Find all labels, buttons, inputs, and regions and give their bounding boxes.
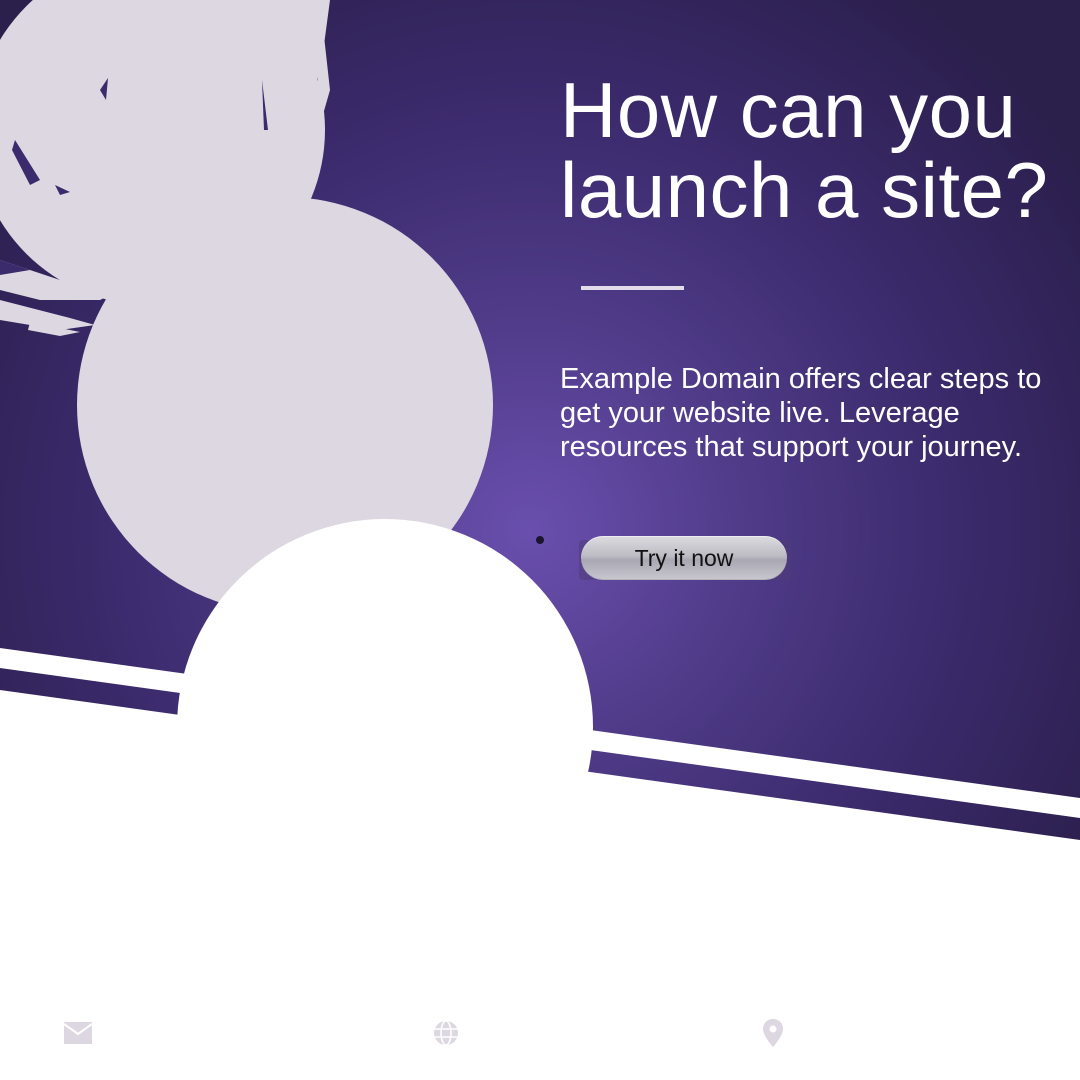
description-text: Example Domain offers clear steps to get… — [560, 363, 1042, 463]
headline: How can you launch a site? — [560, 66, 1049, 234]
mail-icon[interactable] — [62, 1016, 94, 1048]
location-pin-icon[interactable] — [757, 1016, 789, 1048]
headline-divider — [581, 286, 684, 290]
try-it-now-button[interactable]: Try it now — [581, 536, 787, 580]
decorative-dot — [536, 536, 544, 544]
white-circle — [177, 519, 593, 935]
globe-icon[interactable] — [430, 1016, 462, 1048]
